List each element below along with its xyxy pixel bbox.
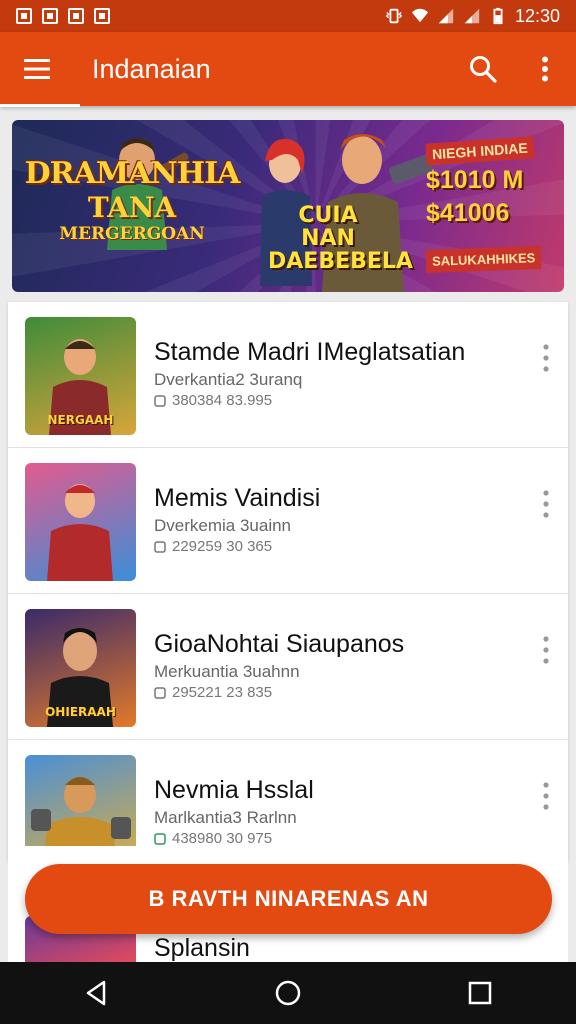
item-more-button[interactable] — [532, 776, 560, 816]
banner-mid-line1: CUIA NAN — [298, 203, 358, 252]
item-meta-text: 295221 23 835 — [172, 684, 273, 701]
item-meta-text: 380384 83.995 — [172, 392, 273, 409]
system-icons: 12:30 — [385, 6, 560, 27]
recents-icon — [468, 981, 492, 1005]
item-meta: 229259 30 365 — [154, 538, 272, 555]
search-icon — [470, 56, 497, 83]
item-meta: 438980 30 975 — [154, 830, 272, 847]
item-meta-text: 229259 30 365 — [172, 538, 273, 555]
app-icon — [68, 8, 84, 24]
more-vert-icon — [543, 344, 549, 372]
back-icon — [86, 980, 106, 1006]
game-thumbnail — [25, 463, 136, 581]
download-icon — [154, 686, 166, 699]
item-title: Memis Vaindisi — [154, 484, 321, 512]
home-icon — [275, 980, 301, 1006]
image-icon — [16, 8, 32, 24]
banner-offer-price2: $41006 — [426, 199, 510, 227]
item-title: Stamde Madri IMeglatsatian — [154, 338, 466, 366]
more-vert-icon — [543, 782, 549, 810]
item-subtitle: Marlkantia3 Rarlnn — [154, 808, 297, 827]
download-icon — [154, 540, 166, 553]
banner-offer-sub: SALUKAHHIKES — [425, 245, 542, 274]
banner-title-line1: DRAMANHIA — [24, 156, 241, 191]
app-title: Indanaian — [92, 53, 211, 84]
battery-icon — [493, 7, 503, 25]
promo-banner[interactable]: DRAMANHIA TANA MERGERGOAN CUIA NAN DAEBE… — [12, 120, 564, 292]
item-title: Splansin — [154, 934, 250, 962]
item-meta: 380384 83.995 — [154, 392, 272, 409]
item-subtitle: Merkuantia 3uahnn — [154, 662, 300, 681]
more-vert-icon — [543, 490, 549, 518]
clock: 12:30 — [514, 5, 560, 26]
vibrate-icon — [385, 8, 403, 24]
thumbnail-art — [47, 484, 113, 581]
lock-icon — [94, 8, 110, 24]
home-button[interactable] — [253, 962, 323, 1024]
list-item[interactable]: NERGAAH Stamde Madri IMeglatsatian Dverk… — [8, 302, 568, 448]
game-thumbnail: OHIERAAH — [25, 609, 136, 727]
item-more-button[interactable] — [532, 338, 560, 378]
banner-offer-price1: $1010 M — [426, 166, 524, 194]
banner-offer: NIEGH INDIAE $1010 M $41006 SALUKAHHIKES — [425, 136, 546, 274]
item-title: Nevmia Hsslal — [154, 776, 314, 804]
game-list: NERGAAH Stamde Madri IMeglatsatian Dverk… — [8, 302, 568, 873]
tab-indicator — [0, 104, 80, 107]
banner-title-line2: TANA — [87, 191, 177, 224]
signal-icon — [464, 8, 480, 24]
download-icon — [154, 394, 166, 407]
banner-headline: DRAMANHIA TANA MERGERGOAN — [22, 156, 242, 244]
list-item[interactable]: Memis Vaindisi Dverkemia 3uainn 229259 3… — [8, 448, 568, 594]
item-title: GioaNohtai Siaupanos — [154, 630, 405, 658]
item-subtitle: Dverkemia 3uainn — [154, 516, 292, 535]
search-button[interactable] — [452, 32, 514, 106]
more-vert-icon — [542, 56, 548, 82]
banner-mid-line2: DAEBEBELA — [268, 249, 413, 275]
banner-title-line3: MERGERGOAN — [59, 224, 205, 244]
navigation-bar — [0, 962, 576, 1024]
more-vert-icon — [543, 636, 549, 664]
menu-icon — [24, 59, 50, 79]
primary-action-button[interactable]: B RAVTH NINARENAS AN — [25, 864, 552, 934]
item-subtitle: Dverkantia2 3uranq — [154, 370, 303, 389]
mail-icon — [42, 8, 58, 24]
menu-button[interactable] — [0, 32, 74, 106]
recents-button[interactable] — [445, 962, 515, 1024]
status-bar: 12:30 — [0, 0, 576, 32]
notification-icons — [16, 8, 110, 24]
item-more-button[interactable] — [532, 630, 560, 670]
item-more-button[interactable] — [532, 484, 560, 524]
banner-offer-tag: NIEGH INDIAE — [425, 136, 535, 166]
wifi-icon — [411, 8, 429, 23]
thumbnail-caption: OHIERAAH — [45, 705, 116, 719]
signal-icon — [438, 8, 454, 24]
back-button[interactable] — [61, 962, 131, 1024]
overflow-menu-button[interactable] — [514, 32, 576, 106]
thumbnail-caption: NERGAAH — [47, 413, 114, 427]
game-thumbnail: NERGAAH — [25, 317, 136, 435]
list-item[interactable]: OHIERAAH GioaNohtai Siaupanos Merkuantia… — [8, 594, 568, 740]
item-meta: 295221 23 835 — [154, 684, 272, 701]
banner-subheadline: CUIA NAN DAEBEBELA — [268, 203, 413, 275]
download-icon — [154, 832, 166, 845]
item-meta-text: 438980 30 975 — [172, 830, 273, 847]
app-bar: Indanaian — [0, 32, 576, 106]
